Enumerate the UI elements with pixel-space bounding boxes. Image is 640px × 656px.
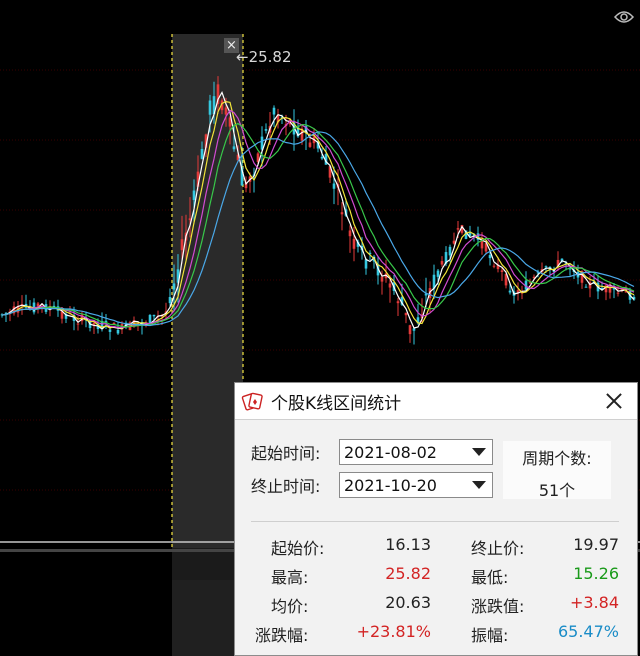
start-price-value: 16.13 — [385, 535, 431, 554]
start-time-label: 起始时间: — [251, 444, 321, 463]
candle-body — [272, 107, 276, 115]
candle-body — [364, 259, 368, 269]
avg-label: 均价: — [271, 597, 309, 616]
candle-body — [616, 292, 620, 294]
stats-row: 涨跌幅: +23.81% 振幅: 65.47% — [235, 622, 637, 650]
candle-body — [492, 265, 496, 267]
cards-icon — [241, 392, 263, 411]
divider — [251, 521, 619, 522]
amplitude-label: 振幅: — [471, 626, 509, 645]
eye-icon[interactable] — [614, 10, 634, 24]
change-value: +3.84 — [569, 593, 619, 612]
candle-body — [508, 290, 512, 293]
candle-body — [108, 329, 112, 332]
candle-body — [200, 149, 204, 159]
period-count-label: 周期个数: — [522, 449, 592, 468]
candle-body — [348, 230, 352, 237]
candle-body — [92, 322, 96, 325]
volume-panel — [172, 580, 234, 656]
change-pct-value: +23.81% — [356, 622, 431, 641]
end-price-label: 终止价: — [471, 539, 525, 558]
candle-body — [320, 156, 324, 159]
candle-body — [396, 301, 400, 304]
end-time-value: 2021-10-20 — [344, 475, 437, 495]
candle-body — [180, 239, 184, 251]
low-label: 最低: — [471, 568, 509, 587]
chevron-down-icon[interactable] — [472, 481, 486, 489]
candle-body — [36, 303, 40, 307]
dialog-title: 个股K线区间统计 — [271, 393, 402, 414]
ma5-line — [1, 90, 635, 330]
candle-body — [308, 142, 312, 147]
end-time-row: 终止时间: 2021-10-20 — [251, 472, 493, 498]
candle-body — [264, 129, 268, 131]
low-value: 15.26 — [573, 564, 619, 583]
stats-row: 均价: 20.63 涨跌值: +3.84 — [235, 593, 637, 621]
high-value: 25.82 — [385, 564, 431, 583]
start-time-select[interactable]: 2021-08-02 — [339, 439, 493, 465]
candle-body — [116, 329, 120, 334]
period-count-value: 51个 — [538, 481, 576, 500]
candle-body — [436, 270, 440, 277]
candle-body — [408, 325, 412, 335]
stats-row: 最高: 25.82 最低: 15.26 — [235, 564, 637, 592]
candle-body — [448, 246, 452, 256]
candle-body — [168, 297, 172, 304]
end-time-label: 终止时间: — [251, 477, 321, 496]
candle-body — [456, 228, 460, 230]
candle-body — [480, 240, 484, 249]
candle-body — [232, 146, 236, 150]
candle-body — [192, 190, 196, 201]
candle-body — [388, 283, 392, 288]
chevron-down-icon[interactable] — [472, 448, 486, 456]
candle-body — [440, 261, 444, 265]
stats-row: 起始价: 16.13 终止价: 19.97 — [235, 535, 637, 563]
candle-body — [488, 255, 492, 259]
start-price-label: 起始价: — [271, 539, 325, 558]
dialog-title-bar[interactable]: 个股K线区间统计 — [235, 383, 637, 420]
candle-body — [412, 328, 416, 331]
start-time-row: 起始时间: 2021-08-02 — [251, 439, 493, 465]
candle-body — [500, 270, 504, 272]
candle-body — [76, 323, 80, 325]
candle-body — [544, 266, 548, 268]
ma30-line — [1, 122, 635, 328]
high-price-label: ←25.82 — [236, 48, 292, 66]
end-price-value: 19.97 — [573, 535, 619, 554]
high-label: 最高: — [271, 568, 309, 587]
candle-body — [172, 283, 176, 290]
start-time-value: 2021-08-02 — [344, 442, 437, 462]
candle-body — [208, 100, 212, 115]
change-pct-label: 涨跌幅: — [255, 626, 309, 645]
interval-stats-dialog: 个股K线区间统计 起始时间: 2021-08-02 终止时间: 2021-10-… — [234, 382, 638, 656]
candle-body — [380, 276, 384, 282]
candle-body — [584, 286, 588, 288]
end-time-select[interactable]: 2021-10-20 — [339, 472, 493, 498]
amplitude-value: 65.47% — [557, 622, 619, 641]
candle-body — [404, 312, 408, 316]
ma60-line — [1, 131, 635, 327]
avg-value: 20.63 — [385, 593, 431, 612]
candle-body — [224, 107, 228, 115]
candle-body — [352, 238, 356, 249]
period-count-box: 周期个数: 51个 — [503, 441, 611, 500]
candle-body — [340, 212, 344, 215]
candle-body — [332, 183, 336, 189]
candle-body — [152, 314, 156, 317]
close-icon[interactable] — [605, 392, 623, 410]
change-label: 涨跌值: — [471, 597, 525, 616]
